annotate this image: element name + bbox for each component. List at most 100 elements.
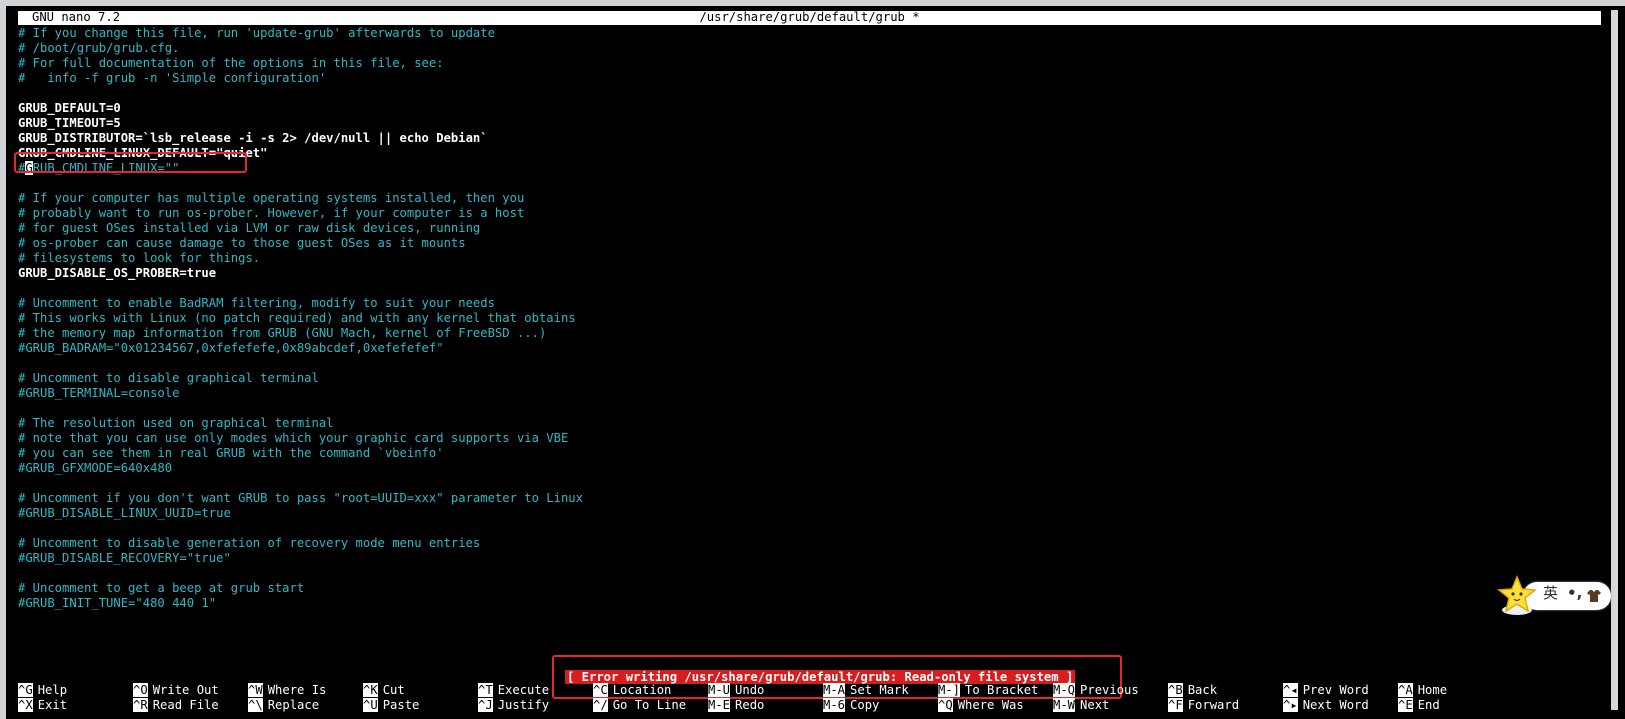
editor-line[interactable]: # Uncomment to disable graphical termina… [18, 371, 1598, 386]
editor-line[interactable]: # os-prober can cause damage to those gu… [18, 236, 1598, 251]
shortcut-item[interactable]: ^G Help [18, 683, 67, 698]
shortcut-item[interactable]: ^C Location [593, 683, 671, 698]
shortcut-item[interactable]: ^R Read File [133, 698, 219, 713]
shortcut-key: ^▸ [1283, 698, 1298, 712]
shortcut-key: ^/ [593, 698, 608, 712]
editor-line[interactable]: GRUB_DISABLE_OS_PROBER=true [18, 266, 1598, 281]
editor-line[interactable]: # This works with Linux (no patch requir… [18, 311, 1598, 326]
editor-line[interactable]: # for guest OSes installed via LVM or ra… [18, 221, 1598, 236]
editor-line[interactable]: # the memory map information from GRUB (… [18, 326, 1598, 341]
editor-line[interactable]: # Uncomment if you don't want GRUB to pa… [18, 491, 1598, 506]
shortcut-item[interactable]: ^E End [1398, 698, 1440, 713]
shortcut-label: Next Word [1302, 698, 1369, 712]
shortcut-label: Execute [497, 683, 550, 697]
shortcut-label: Cut [382, 683, 405, 697]
shortcut-item[interactable]: ^F Forward [1168, 698, 1239, 713]
shortcut-item[interactable]: ^\ Replace [248, 698, 319, 713]
editor-line[interactable] [18, 356, 1598, 371]
line-text: # Uncomment to disable graphical termina… [18, 371, 319, 385]
shortcut-item[interactable]: ^X Exit [18, 698, 67, 713]
shortcut-item[interactable]: M-Q Previous [1053, 683, 1139, 698]
shortcut-item[interactable]: ^O Write Out [133, 683, 219, 698]
editor-line[interactable]: # you can see them in real GRUB with the… [18, 446, 1598, 461]
editor-line[interactable]: #GRUB_GFXMODE=640x480 [18, 461, 1598, 476]
editor-line[interactable] [18, 281, 1598, 296]
shortcut-label: Next [1080, 698, 1110, 712]
editor-line[interactable]: # probably want to run os-prober. Howeve… [18, 206, 1598, 221]
file-name: /usr/share/grub/default/grub * [699, 10, 920, 24]
ime-toolbar[interactable]: 英 •, [1495, 574, 1615, 615]
editor-line[interactable]: #GRUB_CMDLINE_LINUX="" [18, 161, 1598, 176]
editor-line[interactable]: GRUB_DISTRIBUTOR=`lsb_release -i -s 2> /… [18, 131, 1598, 146]
status-error-message: [ Error writing /usr/share/grub/default/… [565, 670, 1076, 684]
shortcut-item[interactable]: ^T Execute [478, 683, 549, 698]
line-text: # probably want to run os-prober. Howeve… [18, 206, 525, 220]
editor-line[interactable]: GRUB_TIMEOUT=5 [18, 116, 1598, 131]
editor-line[interactable] [18, 176, 1598, 191]
editor-line[interactable]: # filesystems to look for things. [18, 251, 1598, 266]
editor-line[interactable]: GRUB_CMDLINE_LINUX_DEFAULT="quiet" [18, 146, 1598, 161]
ime-mode-label[interactable]: 英 [1543, 586, 1558, 601]
editor-line[interactable]: # If you change this file, run 'update-g… [18, 26, 1598, 41]
line-text: #GRUB_DISABLE_LINUX_UUID=true [18, 506, 231, 520]
ime-punct-label[interactable]: •, [1567, 586, 1582, 601]
shortcut-item[interactable]: ^K Cut [363, 683, 405, 698]
editor-text-area[interactable]: # If you change this file, run 'update-g… [18, 26, 1598, 611]
shortcut-item[interactable]: ^W Where Is [248, 683, 326, 698]
editor-line[interactable]: #GRUB_TERMINAL=console [18, 386, 1598, 401]
ime-star-icon [1497, 575, 1537, 615]
shortcut-item[interactable]: ^/ Go To Line [593, 698, 686, 713]
line-text: # /boot/grub/grub.cfg. [18, 41, 180, 55]
shortcut-key: ^E [1398, 698, 1413, 712]
editor-line[interactable]: # Uncomment to get a beep at grub start [18, 581, 1598, 596]
editor-line[interactable]: # The resolution used on graphical termi… [18, 416, 1598, 431]
editor-line[interactable]: # Uncomment to disable generation of rec… [18, 536, 1598, 551]
shortcut-item[interactable]: ^U Paste [363, 698, 419, 713]
line-text: GRUB_DEFAULT=0 [18, 101, 121, 115]
shortcut-item[interactable]: ^J Justify [478, 698, 549, 713]
shortcut-key: M-6 [823, 698, 846, 712]
shortcut-item[interactable]: ^B Back [1168, 683, 1217, 698]
editor-line[interactable] [18, 476, 1598, 491]
editor-line[interactable] [18, 521, 1598, 536]
shortcut-item[interactable]: M-A Set Mark [823, 683, 909, 698]
shortcut-item[interactable]: ^▸ Next Word [1283, 698, 1369, 713]
editor-line[interactable]: # Uncomment to enable BadRAM filtering, … [18, 296, 1598, 311]
shortcut-label: Help [37, 683, 68, 697]
editor-line[interactable]: #GRUB_DISABLE_LINUX_UUID=true [18, 506, 1598, 521]
shortcut-label: Undo [735, 683, 765, 697]
editor-line[interactable] [18, 566, 1598, 581]
line-text: GRUB_DISABLE_OS_PROBER=true [18, 266, 217, 280]
line-text: GRUB_DISTRIBUTOR=`lsb_release -i -s 2> /… [18, 131, 488, 145]
editor-line[interactable] [18, 401, 1598, 416]
editor-line[interactable]: #GRUB_BADRAM="0x01234567,0xfefefefe,0x89… [18, 341, 1598, 356]
editor-line[interactable]: #GRUB_INIT_TUNE="480 440 1" [18, 596, 1598, 611]
shortcut-item[interactable]: ^◂ Prev Word [1283, 683, 1369, 698]
line-text: # the memory map information from GRUB (… [18, 326, 547, 340]
line-text: # Uncomment to disable generation of rec… [18, 536, 481, 550]
shortcut-item[interactable]: M-6 Copy [823, 698, 879, 713]
shortcut-label: Location [612, 683, 672, 697]
shortcut-key: ^J [478, 698, 493, 712]
shortcut-item[interactable]: ^Q Where Was [938, 698, 1024, 713]
shortcut-key: ^A [1398, 683, 1413, 697]
editor-line[interactable]: #GRUB_DISABLE_RECOVERY="true" [18, 551, 1598, 566]
editor-line[interactable]: # If your computer has multiple operatin… [18, 191, 1598, 206]
shortcut-item[interactable]: M-U Undo [708, 683, 764, 698]
shortcut-item[interactable]: ^A Home [1398, 683, 1447, 698]
shortcut-item[interactable]: M-] To Bracket [938, 683, 1038, 698]
editor-line[interactable]: GRUB_DEFAULT=0 [18, 101, 1598, 116]
shortcut-label: Home [1417, 683, 1448, 697]
shirt-icon[interactable] [1587, 589, 1601, 603]
editor-line[interactable]: # /boot/grub/grub.cfg. [18, 41, 1598, 56]
shortcut-key: M-] [938, 683, 961, 697]
shortcut-label: Copy [850, 698, 880, 712]
editor-line[interactable] [18, 86, 1598, 101]
shortcut-item[interactable]: M-E Redo [708, 698, 764, 713]
shortcut-item[interactable]: M-W Next [1053, 698, 1109, 713]
line-text: # note that you can use only modes which… [18, 431, 569, 445]
shortcut-label: Set Mark [850, 683, 909, 697]
editor-line[interactable]: # For full documentation of the options … [18, 56, 1598, 71]
editor-line[interactable]: # note that you can use only modes which… [18, 431, 1598, 446]
editor-line[interactable]: # info -f grub -n 'Simple configuration' [18, 71, 1598, 86]
